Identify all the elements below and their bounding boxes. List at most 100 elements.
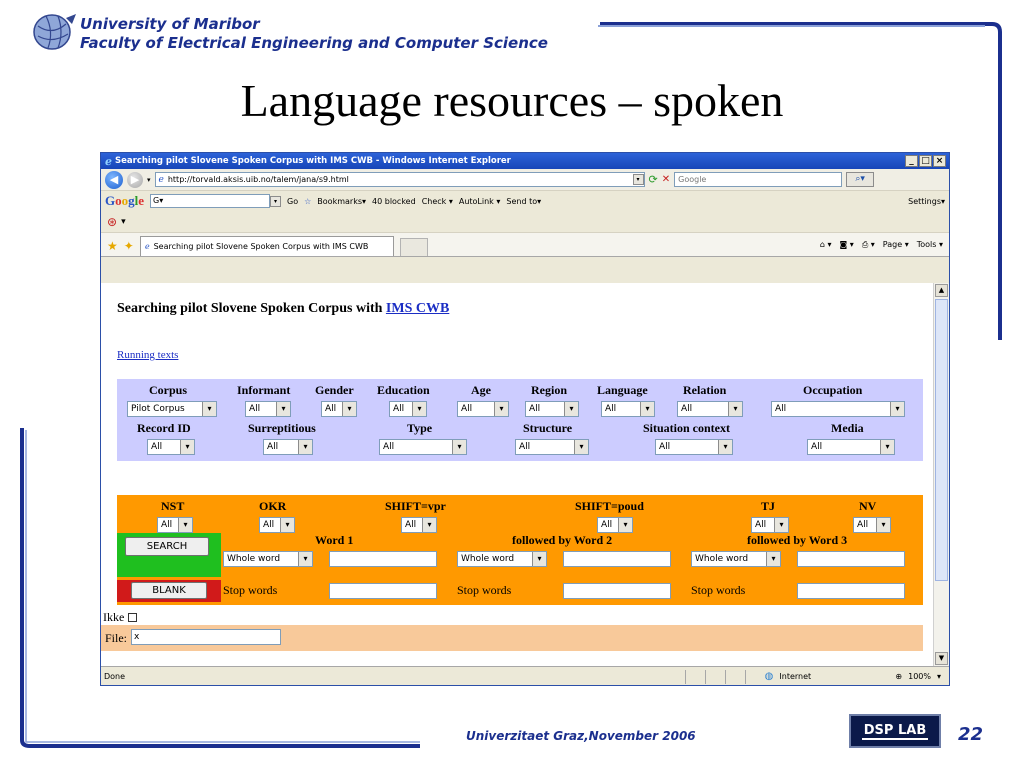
search-input[interactable]: Google <box>674 172 843 187</box>
region-select[interactable]: All <box>525 401 579 417</box>
address-bar[interactable]: ℯ http://torvald.aksis.uib.no/talem/jana… <box>154 172 645 187</box>
browser-window: ℯ Searching pilot Slovene Spoken Corpus … <box>100 152 950 686</box>
address-dropdown-icon[interactable]: ▾ <box>632 174 644 185</box>
pdf-icon[interactable]: ⊛ <box>107 215 117 229</box>
vertical-scrollbar[interactable]: ▲ ▼ <box>933 283 949 666</box>
popup-blocked-label[interactable]: 40 blocked <box>372 197 416 206</box>
search-button[interactable]: SEARCH <box>125 537 209 556</box>
shift-poud-label: SHIFT=poud <box>575 499 644 513</box>
stop-words-input-3[interactable] <box>797 583 905 599</box>
ims-cwb-link[interactable]: IMS CWB <box>386 301 449 316</box>
google-dropdown-icon[interactable]: ▾ <box>270 195 282 207</box>
star-icon[interactable]: ☆ <box>304 197 311 206</box>
running-texts-link-wrap: Running texts <box>117 349 178 361</box>
scroll-thumb[interactable] <box>935 299 948 581</box>
bookmarks-menu[interactable]: Bookmarks▾ <box>317 197 366 206</box>
word3-mode-select[interactable]: Whole word <box>691 551 781 567</box>
blank-button[interactable]: BLANK <box>131 582 207 599</box>
shift-poud-select[interactable]: All <box>597 517 633 533</box>
forward-arrow-icon[interactable]: ▶ <box>127 171 143 188</box>
word3-input[interactable] <box>797 551 905 567</box>
page-menu[interactable]: Page ▾ <box>883 240 909 250</box>
tab-current[interactable]: ℯ Searching pilot Slovene Spoken Corpus … <box>139 236 394 256</box>
tab-page-icon: ℯ <box>144 242 150 251</box>
scroll-down-icon[interactable]: ▼ <box>935 652 948 665</box>
scroll-up-icon[interactable]: ▲ <box>935 284 948 297</box>
sendto-menu[interactable]: Send to▾ <box>506 197 541 206</box>
gender-select[interactable]: All <box>321 401 357 417</box>
age-select[interactable]: All <box>457 401 509 417</box>
google-logo: Google <box>105 193 145 208</box>
zoom-icon[interactable]: ⊕ <box>895 672 902 681</box>
education-select[interactable]: All <box>389 401 427 417</box>
search-button-frame: SEARCH <box>117 533 221 577</box>
search-icon[interactable]: ⌕▾ <box>846 172 875 187</box>
running-texts-link[interactable]: Running texts <box>117 349 178 361</box>
add-favorites-icon[interactable]: ✦ <box>124 236 134 256</box>
university-logo-icon <box>33 14 76 50</box>
okr-select[interactable]: All <box>259 517 295 533</box>
status-divider <box>704 669 719 684</box>
window-title: Searching pilot Slovene Spoken Corpus wi… <box>115 156 511 166</box>
zoom-dropdown-icon[interactable]: ▾ <box>937 672 941 681</box>
relation-label: Relation <box>683 383 727 397</box>
corpus-select[interactable]: Pilot Corpus <box>127 401 217 417</box>
informant-select[interactable]: All <box>245 401 291 417</box>
feeds-icon[interactable]: ◙ ▾ <box>840 240 854 250</box>
refresh-icon[interactable]: ⟳ <box>649 173 658 186</box>
close-button[interactable]: × <box>933 155 946 167</box>
media-select[interactable]: All <box>807 439 895 455</box>
favorites-star-icon[interactable]: ★ <box>107 236 118 256</box>
file-row: File: x <box>101 625 923 651</box>
word2-mode-select[interactable]: Whole word <box>457 551 547 567</box>
autolink-menu[interactable]: AutoLink ▾ <box>459 197 501 206</box>
shift-vpr-select[interactable]: All <box>401 517 437 533</box>
page-content: Searching pilot Slovene Spoken Corpus wi… <box>101 283 933 666</box>
nst-select[interactable]: All <box>157 517 193 533</box>
google-go-button[interactable]: Go <box>287 197 298 206</box>
history-dropdown-icon[interactable]: ▾ <box>147 176 151 184</box>
shift-vpr-label: SHIFT=vpr <box>385 499 446 513</box>
internet-zone-icon: ◍ <box>764 671 774 682</box>
pdf-dropdown-icon[interactable]: ▾ <box>121 217 126 227</box>
structure-select[interactable]: All <box>515 439 589 455</box>
address-toolbar: ◀ ▶ ▾ ℯ http://torvald.aksis.uib.no/tale… <box>101 169 949 191</box>
ikke-checkbox[interactable] <box>128 613 138 622</box>
structure-label: Structure <box>523 421 573 435</box>
word1-mode-select[interactable]: Whole word <box>223 551 313 567</box>
relation-select[interactable]: All <box>677 401 743 417</box>
file-input[interactable]: x <box>131 629 281 645</box>
minimize-button[interactable]: _ <box>905 155 918 167</box>
stop-words-input-2[interactable] <box>563 583 671 599</box>
stop-words-input-1[interactable] <box>329 583 437 599</box>
language-select[interactable]: All <box>601 401 655 417</box>
new-tab-button[interactable] <box>399 238 428 256</box>
nv-select[interactable]: All <box>853 517 891 533</box>
dsp-lab-logo: DSP LAB <box>849 714 941 748</box>
occupation-label: Occupation <box>803 383 863 397</box>
dsp-lab-logo-text: DSP LAB <box>861 722 929 740</box>
record-id-select[interactable]: All <box>147 439 195 455</box>
slide-title: Language resources – spoken <box>240 75 784 126</box>
media-label: Media <box>831 421 864 435</box>
word2-input[interactable] <box>563 551 671 567</box>
window-titlebar: ℯ Searching pilot Slovene Spoken Corpus … <box>101 153 949 169</box>
situation-context-select[interactable]: All <box>655 439 733 455</box>
surreptitious-select[interactable]: All <box>263 439 313 455</box>
home-icon[interactable]: ⌂ ▾ <box>820 240 832 250</box>
print-icon[interactable]: ⎙ ▾ <box>862 240 875 250</box>
occupation-select[interactable]: All <box>771 401 905 417</box>
type-label: Type <box>407 421 433 435</box>
tools-menu[interactable]: Tools ▾ <box>917 240 943 250</box>
stop-words-label-2: Stop words <box>457 583 512 597</box>
settings-menu[interactable]: Settings▾ <box>908 197 945 206</box>
zoom-level[interactable]: 100% <box>908 672 931 681</box>
word1-input[interactable] <box>329 551 437 567</box>
google-search-input[interactable]: G▾ <box>150 194 271 208</box>
back-arrow-icon[interactable]: ◀ <box>105 170 123 189</box>
type-select[interactable]: All <box>379 439 467 455</box>
tj-select[interactable]: All <box>751 517 789 533</box>
spellcheck-menu[interactable]: Check ▾ <box>422 197 453 206</box>
stop-icon[interactable]: ✕ <box>662 174 670 185</box>
maximize-button[interactable]: □ <box>919 155 932 167</box>
